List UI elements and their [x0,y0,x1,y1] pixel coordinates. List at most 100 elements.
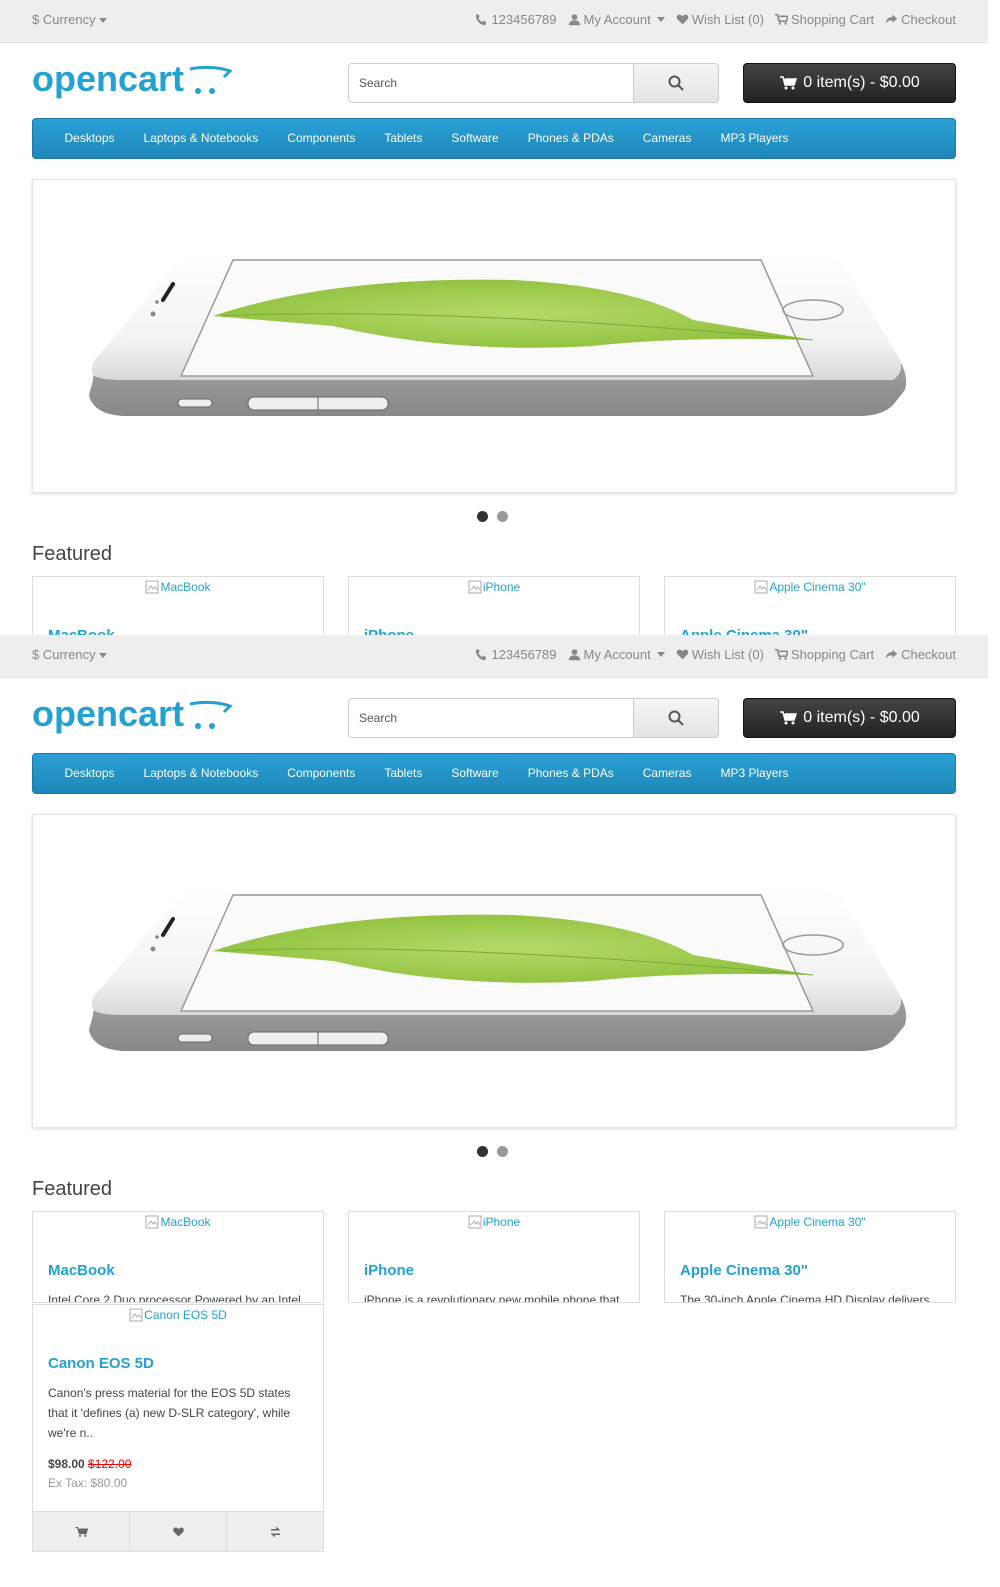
search-bar [348,698,719,738]
currency-dropdown[interactable]: $ Currency [32,647,107,662]
menu-item-desktops[interactable]: Desktops [50,754,129,793]
menu-item-phones[interactable]: Phones & PDAs [513,754,628,793]
product-image[interactable]: MacBook [33,1212,323,1258]
main-menu: Desktops Laptops & Notebooks Components … [32,118,956,159]
search-input[interactable] [348,63,634,103]
product-card-iphone: iPhone iPhone iPhone is a revolutionary … [348,1211,640,1303]
menu-item-mp3[interactable]: MP3 Players [706,754,803,793]
menu-item-laptops[interactable]: Laptops & Notebooks [129,754,273,793]
chevron-down-icon [656,17,665,22]
broken-image-icon [145,580,159,594]
top-bar: $ Currency 123456789 My Account Wish Lis… [0,0,988,43]
price-new: $98.00 [48,1457,85,1471]
broken-image-icon [754,580,768,594]
checkout-link[interactable]: Checkout [885,12,956,27]
compare-icon [270,1526,280,1537]
broken-image-icon [754,1215,768,1229]
product-name[interactable]: Canon EOS 5D [33,1355,323,1372]
product-name[interactable]: MacBook [33,1262,323,1279]
slide-dot-2[interactable] [497,1146,508,1157]
phone-icon [476,648,487,661]
slideshow-banner[interactable] [32,814,956,1128]
product-image[interactable]: Apple Cinema 30" [665,1212,955,1258]
opencart-logo[interactable]: opencart [32,696,232,738]
compare-button[interactable] [227,1512,323,1551]
share-icon [885,649,898,660]
product-image[interactable]: Canon EOS 5D [33,1305,323,1351]
menu-item-components[interactable]: Components [273,119,370,158]
phone-link[interactable]: 123456789 [475,12,557,27]
checkout-link[interactable]: Checkout [885,647,956,662]
heart-icon [172,1527,184,1536]
currency-label: $ Currency [32,647,96,662]
search-input[interactable] [348,698,634,738]
cart-icon [774,648,788,660]
slide-dot-1[interactable] [477,511,488,522]
product-image[interactable]: MacBook [33,577,323,623]
my-account-dropdown[interactable]: My Account [568,12,665,27]
user-icon [568,649,580,661]
product-name[interactable]: Apple Cinema 30" [665,1262,955,1279]
svg-text:opencart: opencart [32,696,184,734]
slideshow-banner[interactable] [32,179,956,493]
broken-image-icon [145,1215,159,1229]
product-card-canon-eos-5d: Canon EOS 5D Canon EOS 5D Canon's press … [32,1304,324,1552]
slide-dot-1[interactable] [477,1146,488,1157]
menu-item-software[interactable]: Software [437,754,513,793]
product-image[interactable]: Apple Cinema 30" [665,577,955,623]
menu-item-tablets[interactable]: Tablets [370,754,437,793]
product-description: Canon's press material for the EOS 5D st… [48,1386,291,1440]
menu-item-cameras[interactable]: Cameras [628,754,706,793]
product-description: The 30-inch Apple Cinema HD Display deli… [680,1293,930,1303]
main-menu: Desktops Laptops & Notebooks Components … [32,753,956,794]
search-icon [668,710,684,726]
product-image[interactable]: iPhone [349,577,639,623]
user-icon [568,14,580,26]
phone-icon [476,13,487,26]
price-tax: Ex Tax: $80.00 [48,1476,128,1490]
menu-item-tablets[interactable]: Tablets [370,119,437,158]
product-name[interactable]: iPhone [349,1262,639,1279]
featured-heading: Featured [32,1178,113,1200]
slide-dot-2[interactable] [497,511,508,522]
slideshow-pagination [477,1146,508,1157]
product-card-apple-cinema: Apple Cinema 30" Apple Cinema 30" The 30… [664,1211,956,1303]
menu-item-software[interactable]: Software [437,119,513,158]
opencart-logo[interactable]: opencart [32,61,232,103]
heart-icon [676,649,688,660]
add-to-wishlist-button[interactable] [130,1512,227,1551]
cart-icon [774,13,788,25]
price-old: $122.00 [88,1457,132,1471]
iphone-banner-image [89,256,907,416]
phone-link[interactable]: 123456789 [475,647,557,662]
iphone-banner-image [89,891,907,1051]
search-button[interactable] [634,63,719,103]
product-actions [33,1511,323,1551]
cart-icon [780,711,798,725]
menu-item-desktops[interactable]: Desktops [50,119,129,158]
currency-label: $ Currency [32,12,96,27]
menu-item-cameras[interactable]: Cameras [628,119,706,158]
heart-icon [676,14,688,25]
chevron-down-icon [98,18,107,24]
menu-item-laptops[interactable]: Laptops & Notebooks [129,119,273,158]
cart-icon [75,1526,88,1537]
wish-list-link[interactable]: Wish List (0) [676,647,764,662]
cart-button[interactable]: 0 item(s) - $0.00 [743,63,956,103]
search-bar [348,63,719,103]
menu-item-components[interactable]: Components [273,754,370,793]
product-price: $98.00 $122.00 [33,1457,323,1471]
search-button[interactable] [634,698,719,738]
slideshow-pagination [477,511,508,522]
menu-item-mp3[interactable]: MP3 Players [706,119,803,158]
wish-list-link[interactable]: Wish List (0) [676,12,764,27]
menu-item-phones[interactable]: Phones & PDAs [513,119,628,158]
cart-button[interactable]: 0 item(s) - $0.00 [743,698,956,738]
svg-text:opencart: opencart [32,61,184,99]
my-account-dropdown[interactable]: My Account [568,647,665,662]
product-image[interactable]: iPhone [349,1212,639,1258]
shopping-cart-link[interactable]: Shopping Cart [774,647,874,662]
shopping-cart-link[interactable]: Shopping Cart [774,12,874,27]
currency-dropdown[interactable]: $ Currency [32,12,107,27]
add-to-cart-button[interactable] [33,1512,130,1551]
